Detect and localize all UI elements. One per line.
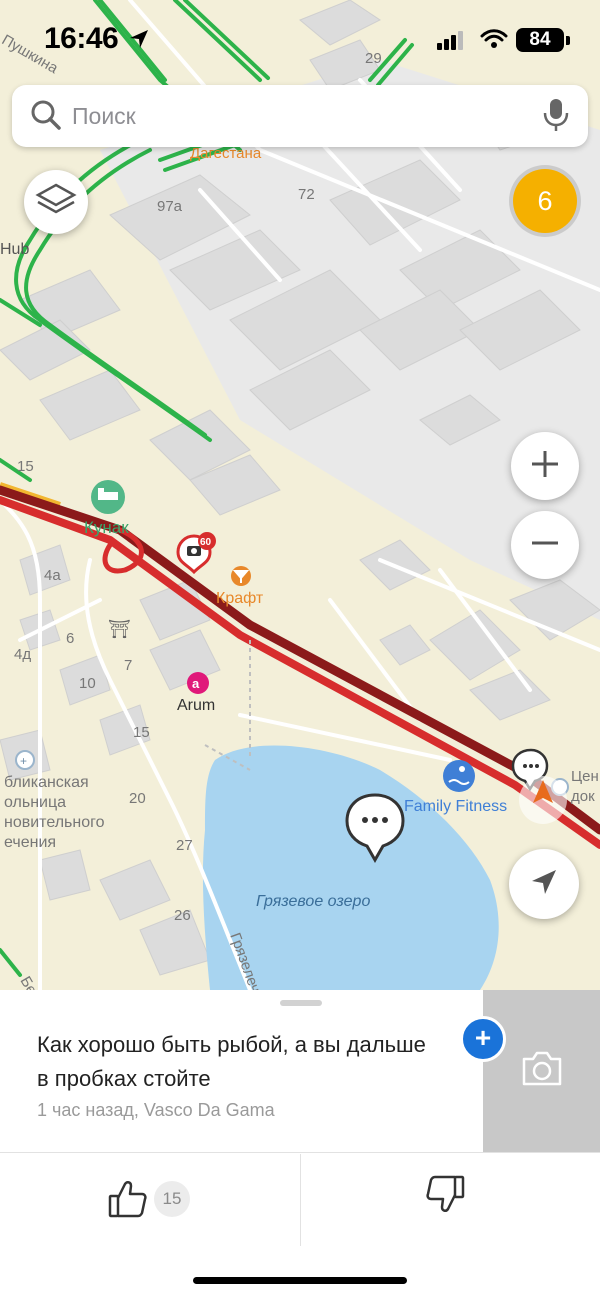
poi-label-arum[interactable]: Arum bbox=[177, 697, 215, 714]
zoom-in-button[interactable] bbox=[511, 432, 579, 500]
lake-label: Грязевое озеро bbox=[256, 893, 370, 910]
svg-text:60: 60 bbox=[200, 537, 212, 548]
house-number: 4а bbox=[44, 567, 61, 584]
navigation-arrow-icon bbox=[529, 867, 559, 902]
plus-icon bbox=[529, 448, 561, 485]
map-view[interactable]: Пушкина 29 72 97а 15 4а 6 4д 7 10 15 20 … bbox=[0, 0, 600, 990]
microphone-icon[interactable] bbox=[542, 97, 570, 138]
traffic-score-badge[interactable]: 6 bbox=[513, 169, 577, 233]
swimming-icon[interactable] bbox=[443, 760, 475, 792]
wifi-icon bbox=[480, 28, 508, 55]
street-label: Дагестана bbox=[190, 145, 262, 162]
house-number: 27 bbox=[176, 837, 193, 854]
mosque-icon: ⛩ bbox=[108, 619, 131, 639]
search-icon bbox=[30, 99, 62, 136]
camera-icon bbox=[520, 1051, 564, 1092]
battery-tip bbox=[566, 36, 570, 45]
center-label: док bbox=[571, 788, 595, 805]
battery-indicator: 84 bbox=[516, 28, 564, 52]
status-bar: 16:46 84 bbox=[0, 0, 600, 80]
hub-label: Hub bbox=[0, 241, 29, 258]
signal-icon bbox=[437, 30, 465, 55]
sheet-divider bbox=[0, 1152, 600, 1153]
poi-label-family-fitness[interactable]: Family Fitness bbox=[404, 798, 507, 815]
house-number: 15 bbox=[17, 458, 34, 475]
house-number: 15 bbox=[133, 724, 150, 741]
house-number: 7 bbox=[124, 657, 132, 674]
app-screen: Пушкина 29 72 97а 15 4а 6 4д 7 10 15 20 … bbox=[0, 0, 600, 1297]
layers-icon bbox=[35, 183, 77, 222]
hospital-label: ольница bbox=[4, 794, 66, 811]
plus-icon: + bbox=[474, 1022, 492, 1053]
house-number: 26 bbox=[174, 907, 191, 924]
search-bar[interactable]: Поиск bbox=[12, 85, 588, 147]
search-input[interactable]: Поиск bbox=[72, 103, 136, 130]
house-number: 20 bbox=[129, 790, 146, 807]
location-arrow-icon bbox=[128, 28, 150, 55]
minus-icon bbox=[529, 527, 561, 564]
like-count: 15 bbox=[154, 1181, 190, 1217]
like-button[interactable]: 15 bbox=[100, 1170, 200, 1230]
layers-button[interactable] bbox=[24, 170, 88, 234]
svg-text:+: + bbox=[20, 754, 27, 768]
house-number: 72 bbox=[298, 186, 315, 203]
hospital-label: бликанская bbox=[4, 774, 89, 791]
add-photo-panel[interactable] bbox=[483, 990, 600, 1152]
comment-text: Как хорошо быть рыбой, а вы дальше в про… bbox=[37, 1032, 426, 1091]
comment-meta: 1 час назад, Vasco Da Gama bbox=[37, 1100, 275, 1120]
map-canvas[interactable]: Пушкина 29 72 97а 15 4а 6 4д 7 10 15 20 … bbox=[0, 0, 600, 990]
house-number: 4д bbox=[14, 646, 31, 663]
sheet-handle[interactable] bbox=[280, 1000, 322, 1006]
home-indicator[interactable] bbox=[193, 1277, 407, 1284]
zoom-out-button[interactable] bbox=[511, 511, 579, 579]
status-time: 16:46 bbox=[44, 22, 119, 55]
user-location-marker bbox=[519, 776, 567, 824]
thumbs-up-icon bbox=[108, 1180, 148, 1223]
add-photo-button[interactable]: + bbox=[460, 1016, 506, 1062]
poi-label-kunak[interactable]: Кунак bbox=[84, 518, 129, 537]
comment-sheet[interactable]: Как хорошо быть рыбой, а вы дальше в про… bbox=[0, 990, 600, 1297]
my-location-button[interactable] bbox=[509, 849, 579, 919]
house-number: 10 bbox=[79, 675, 96, 692]
poi-label-kraft[interactable]: Крафт bbox=[216, 590, 264, 607]
svg-text:a: a bbox=[192, 676, 200, 691]
thumbs-down-icon bbox=[425, 1175, 465, 1217]
dislike-button[interactable] bbox=[425, 1175, 475, 1225]
hospital-label: ечения bbox=[4, 834, 56, 851]
hospital-label: новительного bbox=[4, 814, 105, 831]
house-number: 6 bbox=[66, 630, 74, 647]
house-number: 97а bbox=[157, 198, 183, 215]
vote-divider bbox=[300, 1154, 301, 1246]
center-label: Цен bbox=[571, 768, 599, 785]
